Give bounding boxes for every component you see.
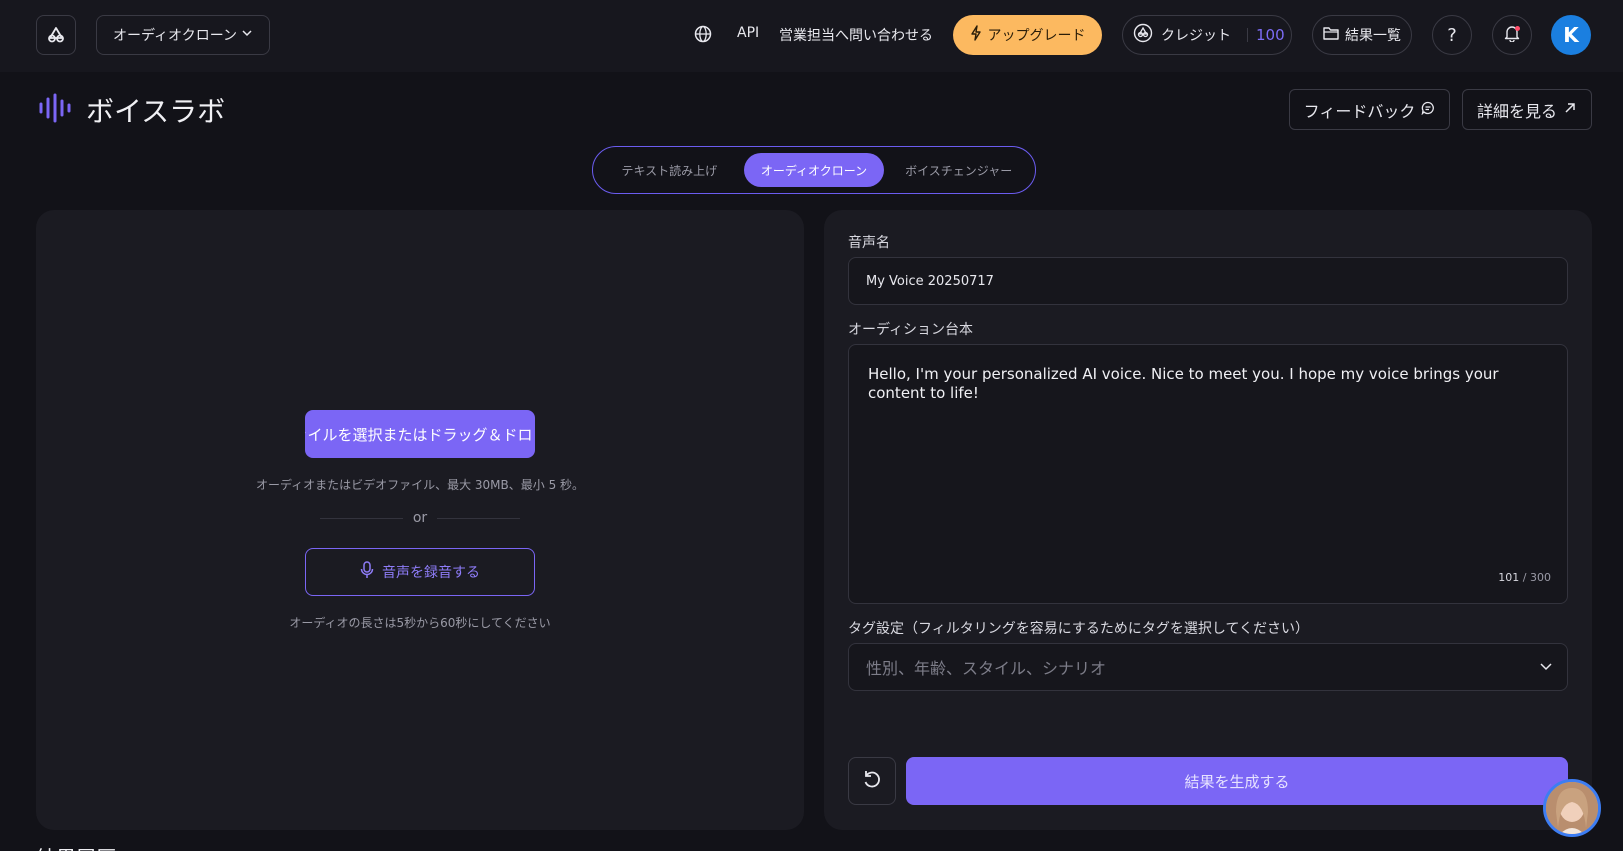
tab-audio-clone[interactable]: オーディオクローン (743, 153, 885, 187)
chevron-down-icon (241, 27, 253, 43)
reset-button[interactable] (848, 757, 896, 805)
product-selector-label: オーディオクローン (113, 28, 238, 44)
record-audio-label: 音声を録音する (382, 565, 480, 581)
folder-icon (1323, 26, 1339, 44)
tags-select[interactable]: 性別、年齢、スタイル、シナリオ (848, 643, 1568, 691)
voice-lab-waveform-icon (38, 93, 72, 127)
top-bar: オーディオクローン API 営業担当へ問い合わせる アップグレード クレジット … (0, 0, 1623, 72)
nav-contact-sales-link[interactable]: 営業担当へ問い合わせる (779, 25, 933, 45)
or-divider: or (320, 510, 521, 526)
results-list-button[interactable]: 結果一覧 (1312, 15, 1412, 55)
details-button[interactable]: 詳細を見る (1462, 89, 1592, 130)
generate-button[interactable]: 結果を生成する (906, 757, 1568, 805)
user-avatar[interactable]: K (1551, 15, 1591, 55)
tab-text-to-speech[interactable]: テキスト読み上げ (599, 153, 740, 187)
record-hint: オーディオの長さは5秒から60秒にしてください (289, 616, 551, 630)
voice-form-panel: 音声名 My Voice 20250717 オーディション台本 Hello, I… (824, 210, 1592, 830)
tags-label: タグ設定（フィルタリングを容易にするためにタグを選択してください） (848, 621, 1310, 637)
assistant-avatar[interactable] (1543, 779, 1601, 837)
divider-line (437, 517, 521, 519)
file-upload-button[interactable]: ファイルを選択またはドラッグ＆ドロップ (305, 410, 535, 458)
upgrade-button[interactable]: アップグレード (953, 15, 1102, 55)
script-label: オーディション台本 (848, 322, 974, 338)
lightning-icon (970, 25, 982, 45)
audition-script-textarea[interactable]: Hello, I'm your personalized AI voice. N… (848, 344, 1568, 604)
logo-icon[interactable] (36, 15, 76, 55)
char-count-current: 101 (1498, 571, 1520, 584)
char-count-max: / 300 (1522, 571, 1551, 584)
nav-api-link[interactable]: API (737, 25, 759, 41)
feedback-button[interactable]: フィードバック (1289, 89, 1450, 130)
external-link-icon (1563, 100, 1577, 119)
divider-line (320, 517, 403, 519)
page-title: ボイスラボ (86, 95, 226, 128)
char-count: 101 / 300 (1498, 568, 1551, 587)
tab-voice-changer[interactable]: ボイスチェンジャー (888, 153, 1029, 187)
upload-hint: オーディオまたはビデオファイル、最大 30MB、最小 5 秒。 (255, 478, 585, 492)
microphone-icon (360, 561, 374, 583)
credits-divider (1247, 28, 1248, 42)
globe-icon[interactable] (693, 24, 713, 44)
notifications-button[interactable] (1492, 15, 1532, 55)
page-header: ボイスラボ (38, 90, 225, 130)
history-section-label: 結果履歴 (36, 842, 116, 851)
chat-bubble-icon (1421, 100, 1435, 119)
undo-icon (861, 768, 883, 794)
product-selector[interactable]: オーディオクローン (96, 15, 270, 55)
voice-name-input[interactable]: My Voice 20250717 (848, 257, 1568, 305)
help-button[interactable]: ? (1432, 15, 1472, 55)
upload-panel: ファイルを選択またはドラッグ＆ドロップ オーディオまたはビデオファイル、最大 3… (36, 210, 804, 830)
feedback-label: フィードバック (1303, 101, 1416, 121)
notification-dot (1515, 26, 1520, 31)
credits-label: クレジット (1161, 28, 1231, 44)
upgrade-label: アップグレード (987, 28, 1086, 44)
results-list-label: 結果一覧 (1345, 28, 1401, 44)
or-text: or (412, 510, 428, 526)
details-label: 詳細を見る (1476, 101, 1557, 121)
avatar-initial: K (1563, 23, 1579, 47)
credits-button[interactable]: クレジット 100 (1122, 15, 1292, 55)
chevron-down-icon (1539, 658, 1553, 677)
credits-count: 100 (1256, 26, 1285, 44)
script-text: Hello, I'm your personalized AI voice. N… (868, 365, 1499, 402)
credits-icon (1133, 23, 1153, 47)
help-icon: ? (1447, 24, 1457, 46)
mode-tabs: テキスト読み上げ オーディオクローン ボイスチェンジャー (592, 146, 1036, 194)
voice-name-label: 音声名 (848, 235, 890, 251)
tags-placeholder: 性別、年齢、スタイル、シナリオ (866, 659, 1107, 678)
record-audio-button[interactable]: 音声を録音する (305, 548, 535, 596)
